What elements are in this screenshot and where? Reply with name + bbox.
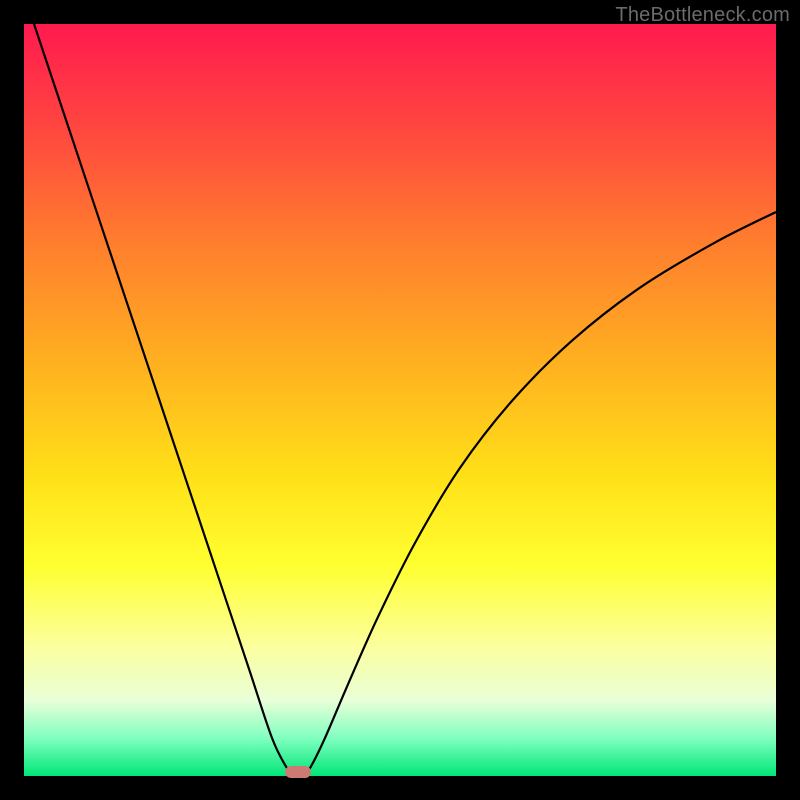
curve-path: [24, 0, 776, 777]
watermark-text: TheBottleneck.com: [615, 4, 790, 27]
chart-plot-area: [24, 24, 776, 776]
bottleneck-curve: [24, 24, 776, 776]
minimum-marker: [285, 766, 311, 778]
